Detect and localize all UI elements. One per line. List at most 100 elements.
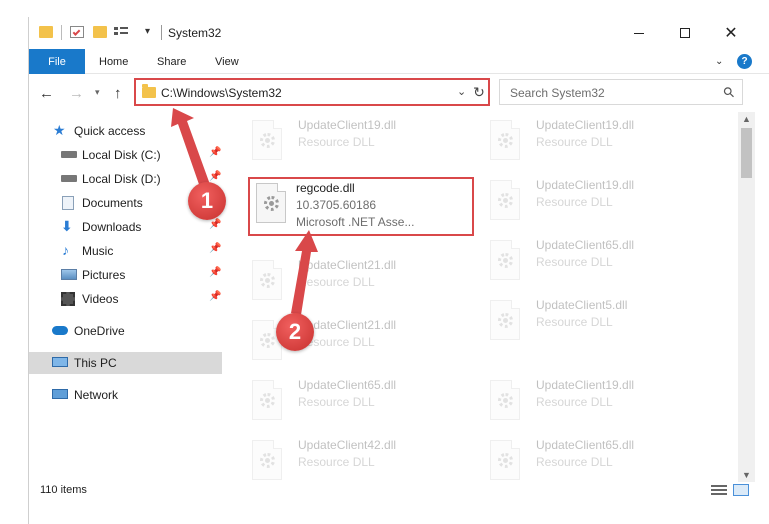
pin-icon[interactable]: 📌: [209, 243, 221, 254]
dll-file-icon: [490, 380, 520, 420]
view-options-icon[interactable]: [114, 26, 130, 38]
sidebar-item-label: Local Disk (C:): [82, 148, 161, 162]
address-bar[interactable]: C:\Windows\System32 ⌄: [134, 79, 490, 105]
gear-icon: [498, 393, 513, 408]
highlight-box-file: [248, 177, 474, 236]
file-description: Resource DLL: [298, 335, 375, 349]
vertical-scrollbar[interactable]: ▲ ▼: [738, 112, 755, 482]
folder-icon[interactable]: [39, 26, 53, 38]
sidebar-item-quick-access[interactable]: ★ Quick access: [29, 120, 222, 142]
pin-icon[interactable]: 📌: [209, 171, 221, 182]
tab-share[interactable]: Share: [157, 49, 186, 74]
pin-icon[interactable]: 📌: [209, 219, 221, 230]
gear-icon: [260, 453, 275, 468]
sidebar-item-downloads[interactable]: ⬇ Downloads 📌: [29, 216, 222, 238]
gear-icon: [498, 453, 513, 468]
new-folder-icon[interactable]: [93, 26, 107, 38]
pin-icon[interactable]: 📌: [209, 147, 221, 158]
expand-ribbon-icon[interactable]: ⌄: [715, 56, 723, 67]
dll-file-icon: [252, 260, 282, 300]
file-description: Resource DLL: [536, 135, 613, 149]
sidebar-item-onedrive[interactable]: OneDrive: [29, 320, 222, 342]
help-icon[interactable]: ?: [737, 54, 752, 69]
tab-file[interactable]: File: [29, 49, 85, 74]
sidebar-item-label: Downloads: [82, 220, 142, 234]
gear-icon: [498, 253, 513, 268]
search-input[interactable]: Search System32 ⚲: [499, 79, 743, 105]
pin-icon[interactable]: 📌: [209, 267, 221, 278]
close-icon: ✕: [724, 25, 738, 42]
scroll-up-icon[interactable]: ▲: [742, 114, 751, 124]
sidebar-item-local-disk-d[interactable]: Local Disk (D:) 📌: [29, 168, 222, 190]
sidebar-item-documents[interactable]: Documents 📌: [29, 192, 222, 214]
sidebar-item-label: Music: [82, 244, 114, 258]
sidebar-item-music[interactable]: ♪ Music 📌: [29, 240, 222, 262]
list-item[interactable]: UpdateClient21.dll Resource DLL: [246, 256, 476, 310]
tab-home[interactable]: Home: [99, 49, 128, 74]
dll-file-icon: [252, 320, 282, 360]
file-description: Resource DLL: [536, 195, 613, 209]
list-item[interactable]: UpdateClient19.dll Resource DLL: [484, 176, 714, 230]
list-item[interactable]: UpdateClient5.dll Resource DLL: [484, 296, 714, 350]
refresh-button[interactable]: ↻: [468, 80, 490, 104]
back-arrow-icon[interactable]: ←: [39, 85, 54, 102]
list-item[interactable]: UpdateClient21.dll Resource DLL: [246, 316, 476, 370]
sidebar-item-label: OneDrive: [74, 324, 125, 338]
sidebar-item-label: Documents: [82, 196, 143, 210]
sidebar-item-label: This PC: [74, 356, 117, 370]
tab-view[interactable]: View: [215, 49, 239, 74]
up-arrow-icon[interactable]: ↑: [114, 85, 122, 102]
list-item[interactable]: UpdateClient19.dll Resource DLL: [246, 116, 476, 170]
recent-locations-icon[interactable]: ▾: [95, 87, 100, 98]
list-item[interactable]: UpdateClient65.dll Resource DLL: [484, 436, 714, 482]
maximize-button[interactable]: [662, 17, 708, 49]
sidebar-item-local-disk-c[interactable]: Local Disk (C:) 📌: [29, 144, 222, 166]
maximize-icon: [680, 28, 690, 38]
sidebar-item-label: Videos: [82, 292, 119, 306]
close-button[interactable]: ✕: [708, 17, 754, 49]
window-title: System32: [168, 26, 222, 40]
sidebar-item-network[interactable]: Network: [29, 384, 222, 406]
sidebar-item-videos[interactable]: Videos 📌: [29, 288, 222, 310]
details-view-icon[interactable]: [711, 484, 727, 496]
drive-icon: [61, 175, 77, 182]
pin-icon[interactable]: 📌: [209, 291, 221, 302]
file-name: UpdateClient19.dll: [298, 118, 397, 132]
list-item[interactable]: UpdateClient19.dll Resource DLL: [484, 376, 714, 430]
search-icon[interactable]: ⚲: [719, 83, 738, 102]
pin-icon[interactable]: 📌: [209, 195, 221, 206]
list-item[interactable]: UpdateClient65.dll Resource DLL: [484, 236, 714, 290]
sidebar-item-this-pc[interactable]: This PC: [29, 352, 222, 374]
gear-icon: [260, 133, 275, 148]
file-name: UpdateClient21.dll: [298, 318, 397, 332]
gear-icon: [260, 393, 275, 408]
tiles-view-icon[interactable]: [733, 484, 749, 496]
file-name: UpdateClient5.dll: [536, 298, 628, 312]
file-list: UpdateClient19.dll Resource DLL regcode.…: [222, 112, 738, 482]
list-item[interactable]: UpdateClient42.dll Resource DLL: [246, 436, 476, 482]
list-item[interactable]: UpdateClient19.dll Resource DLL: [484, 116, 714, 170]
sidebar-item-label: Pictures: [82, 268, 126, 282]
scroll-down-icon[interactable]: ▼: [742, 470, 751, 480]
forward-arrow-icon[interactable]: →: [69, 85, 84, 102]
file-name: UpdateClient21.dll: [298, 258, 397, 272]
properties-icon[interactable]: [70, 26, 84, 38]
chevron-down-icon[interactable]: ▾: [145, 26, 150, 37]
scroll-thumb[interactable]: [741, 128, 752, 178]
file-description: Resource DLL: [298, 455, 375, 469]
gear-icon: [498, 313, 513, 328]
refresh-icon: ↻: [473, 83, 485, 100]
address-dropdown-icon[interactable]: ⌄: [457, 85, 466, 98]
file-name: UpdateClient19.dll: [536, 378, 635, 392]
list-item[interactable]: UpdateClient65.dll Resource DLL: [246, 376, 476, 430]
file-name: UpdateClient19.dll: [536, 118, 635, 132]
navigation-bar: ← → ▾ ↑ C:\Windows\System32 ⌄ ↻ Search S…: [29, 74, 769, 112]
minimize-button[interactable]: [616, 17, 662, 49]
gear-icon: [498, 133, 513, 148]
dll-file-icon: [490, 300, 520, 340]
sidebar-item-pictures[interactable]: Pictures 📌: [29, 264, 222, 286]
file-description: Resource DLL: [298, 275, 375, 289]
folder-icon: [142, 84, 156, 98]
address-path[interactable]: C:\Windows\System32: [161, 86, 282, 100]
title-bar: ▾ System32 ✕: [29, 17, 769, 49]
